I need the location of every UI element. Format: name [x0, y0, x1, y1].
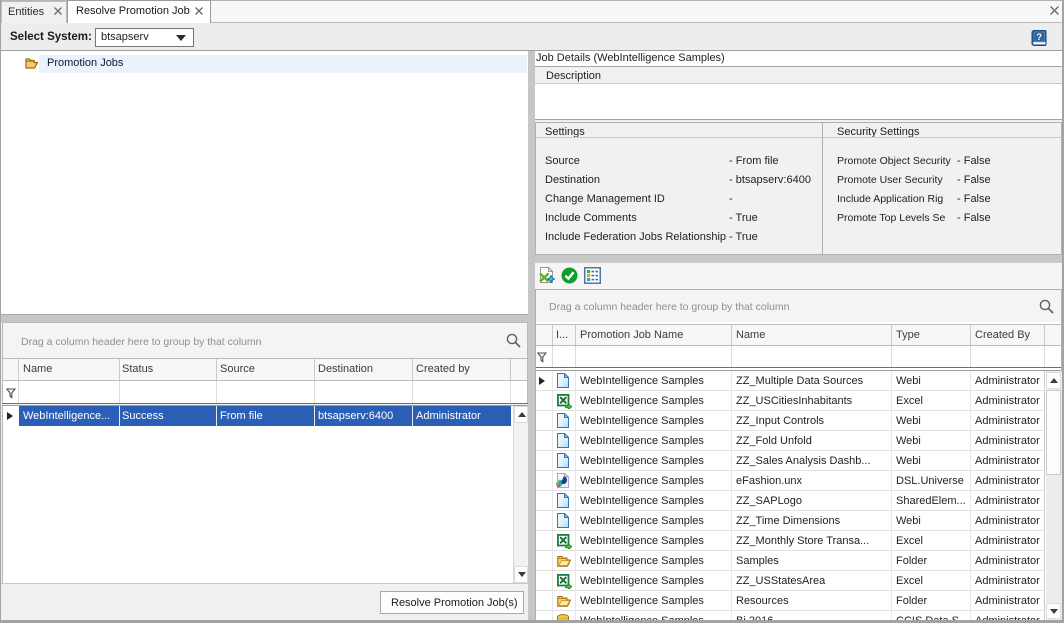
- svg-text:?: ?: [1036, 32, 1042, 43]
